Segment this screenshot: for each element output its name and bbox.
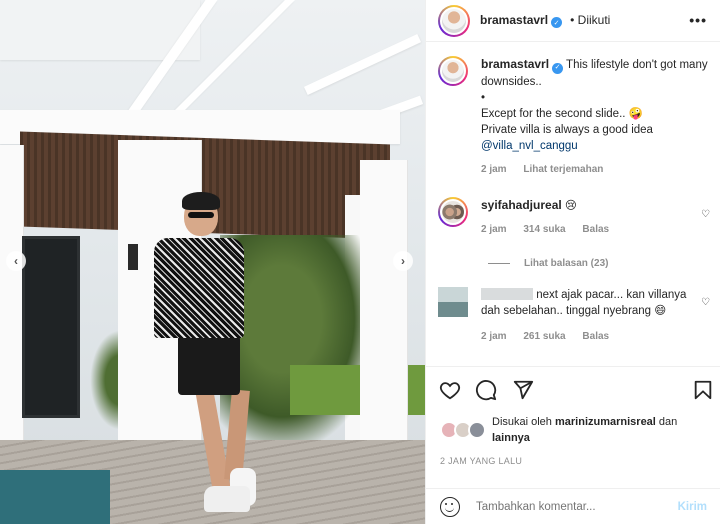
share-send-icon[interactable]	[512, 379, 534, 401]
avatar[interactable]	[438, 56, 468, 86]
caption-bullet: •	[481, 91, 486, 104]
comment-like-heart-icon[interactable]: ♡	[701, 209, 710, 220]
wall-lamp	[128, 244, 138, 270]
liked-by-others-link[interactable]: lainnya	[492, 432, 530, 444]
post-timestamp[interactable]: 2 JAM YANG LALU	[440, 456, 522, 466]
username-link[interactable]: bramastavrl	[480, 13, 548, 27]
person-figure	[148, 190, 258, 520]
post-caption: bramastavrl ✓ This lifestyle don't got ma…	[438, 56, 713, 178]
send-comment-button[interactable]: Kirim	[678, 501, 707, 513]
verified-badge-icon: ✓	[551, 17, 563, 29]
post-header: bramastavrl ✓ • Diikuti •••	[426, 0, 720, 42]
carousel-next-button[interactable]: ›	[393, 251, 413, 271]
liked-by-summary: Disukai oleh marinizumarnisreal dan lain…	[440, 414, 715, 446]
header-user: bramastavrl ✓ • Diikuti	[480, 13, 610, 29]
sad-face-emoji-icon: 😢	[564, 200, 577, 212]
comment-time: 2 jam	[481, 331, 507, 342]
liker-avatars[interactable]	[440, 421, 490, 439]
caption-line3: Private villa is always a good idea	[481, 123, 653, 136]
reply-button[interactable]: Balas	[582, 224, 609, 235]
crazy-face-emoji-icon: 🤪	[628, 107, 643, 120]
comment-time: 2 jam	[481, 224, 507, 235]
translate-link[interactable]: Lihat terjemahan	[523, 164, 603, 175]
comment-input[interactable]	[476, 500, 666, 513]
blurred-avatar[interactable]	[438, 287, 468, 317]
comment-item: syifahadjureal 😢 2 jam 314 suka Balas	[438, 197, 718, 238]
caption-line2: Except for the second slide..	[481, 107, 626, 120]
caption-time: 2 jam	[481, 163, 507, 175]
mention-link[interactable]: @villa_nvl_canggu	[481, 138, 713, 154]
post-actions-bar	[426, 366, 720, 414]
liked-by-text: Disukai oleh marinizumarnisreal dan lain…	[492, 416, 678, 444]
divider	[488, 263, 510, 264]
post-photo[interactable]: ‹ ›	[0, 0, 425, 524]
carousel-prev-button[interactable]: ‹	[6, 251, 26, 271]
reply-button[interactable]: Balas	[582, 331, 609, 342]
liker-username[interactable]: marinizumarnisreal	[555, 416, 656, 428]
comment-likes[interactable]: 314 suka	[523, 224, 565, 235]
blurred-username[interactable]	[481, 288, 533, 300]
view-replies-button[interactable]: Lihat balasan (23)	[488, 258, 608, 269]
follow-status[interactable]: • Diikuti	[570, 13, 610, 27]
comment-bubble-icon[interactable]	[475, 379, 497, 401]
emoji-picker-icon[interactable]	[440, 496, 460, 517]
comment-composer: Kirim	[426, 488, 720, 524]
avatar[interactable]	[438, 197, 468, 227]
more-horizontal-icon[interactable]: •••	[689, 12, 707, 28]
glass-door	[22, 236, 80, 418]
avatar[interactable]	[438, 4, 470, 37]
comment-like-heart-icon[interactable]: ♡	[701, 297, 710, 308]
comment-username[interactable]: syifahadjureal	[481, 198, 562, 212]
caption-username[interactable]: bramastavrl	[481, 57, 549, 71]
verified-badge-icon: ✓	[552, 62, 564, 74]
comment-likes[interactable]: 261 suka	[523, 331, 565, 342]
post-side-panel: bramastavrl ✓ • Diikuti ••• bramastavrl ✓ …	[425, 0, 720, 524]
comment-item: next ajak pacar... kan villanya dah sebe…	[438, 287, 718, 345]
grinning-emoji-icon: 😄	[654, 305, 667, 317]
bookmark-save-icon[interactable]	[692, 379, 714, 401]
villa-column	[360, 160, 408, 450]
villa-column	[0, 145, 24, 445]
pool-water	[0, 470, 110, 524]
like-heart-icon[interactable]	[439, 379, 461, 401]
